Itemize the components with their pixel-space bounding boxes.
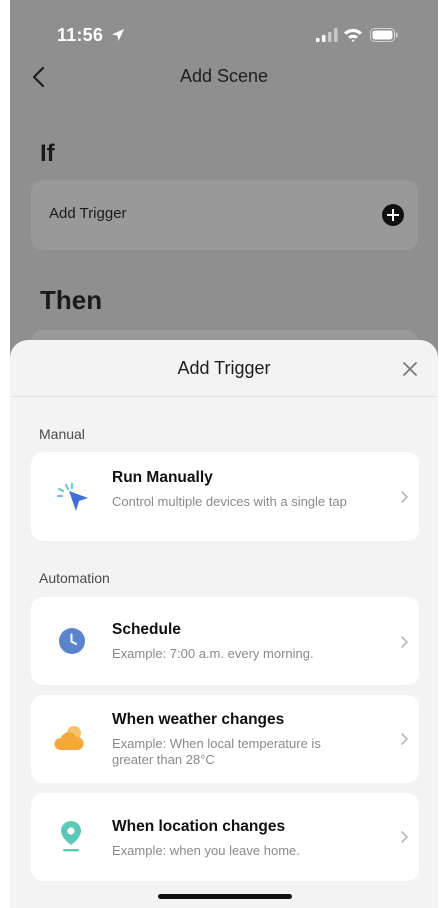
- sheet-title: Add Trigger: [177, 358, 271, 378]
- chevron-right-icon: [401, 491, 408, 503]
- chevron-right-icon: [401, 636, 408, 648]
- schedule-item[interactable]: Schedule Example: 7:00 a.m. every mornin…: [31, 597, 419, 685]
- run-manually-item[interactable]: Run Manually Control multiple devices wi…: [31, 452, 419, 541]
- wifi-icon: [344, 28, 362, 42]
- app-screen: 11:56 Add Scene If Add Trigger Then Add …: [10, 0, 438, 908]
- sheet-header: Add Trigger: [10, 340, 438, 397]
- page-title: Add Scene: [179, 66, 269, 86]
- if-heading: If: [40, 140, 55, 167]
- add-trigger-label: Add Trigger: [49, 205, 127, 222]
- status-time: 11:56: [57, 25, 104, 45]
- weather-change-title: When weather changes: [112, 711, 285, 728]
- then-heading: Then: [40, 285, 103, 315]
- schedule-title: Schedule: [112, 621, 181, 638]
- battery-icon: [370, 28, 398, 42]
- plus-circle-icon[interactable]: [382, 204, 404, 226]
- section-label-automation: Automation: [39, 570, 110, 586]
- run-manually-desc: Control multiple devices with a single t…: [112, 494, 347, 509]
- location-change-desc: Example: when you leave home.: [112, 843, 300, 858]
- section-label-manual: Manual: [39, 426, 85, 442]
- signal-icon: [316, 28, 338, 42]
- location-arrow-icon: [112, 29, 124, 41]
- tap-cursor-icon: [56, 482, 88, 511]
- weather-change-desc: Example: When local temperature is great…: [112, 736, 321, 767]
- weather-change-item[interactable]: When weather changes Example: When local…: [31, 695, 419, 783]
- home-indicator[interactable]: [158, 894, 292, 899]
- status-bar: 11:56: [10, 0, 438, 60]
- location-pin-icon: [61, 821, 81, 852]
- chevron-right-icon: [401, 831, 408, 843]
- clock-icon: [59, 628, 85, 654]
- chevron-right-icon: [401, 733, 408, 745]
- weather-icon: [54, 726, 84, 750]
- run-manually-title: Run Manually: [112, 469, 213, 486]
- schedule-desc: Example: 7:00 a.m. every morning.: [112, 646, 314, 661]
- location-change-title: When location changes: [112, 818, 286, 835]
- add-trigger-sheet: Add Trigger Manual Run Manually Control …: [10, 340, 438, 908]
- close-icon[interactable]: [400, 359, 420, 379]
- location-change-item[interactable]: When location changes Example: when you …: [31, 793, 419, 881]
- add-trigger-card[interactable]: Add Trigger: [31, 180, 418, 250]
